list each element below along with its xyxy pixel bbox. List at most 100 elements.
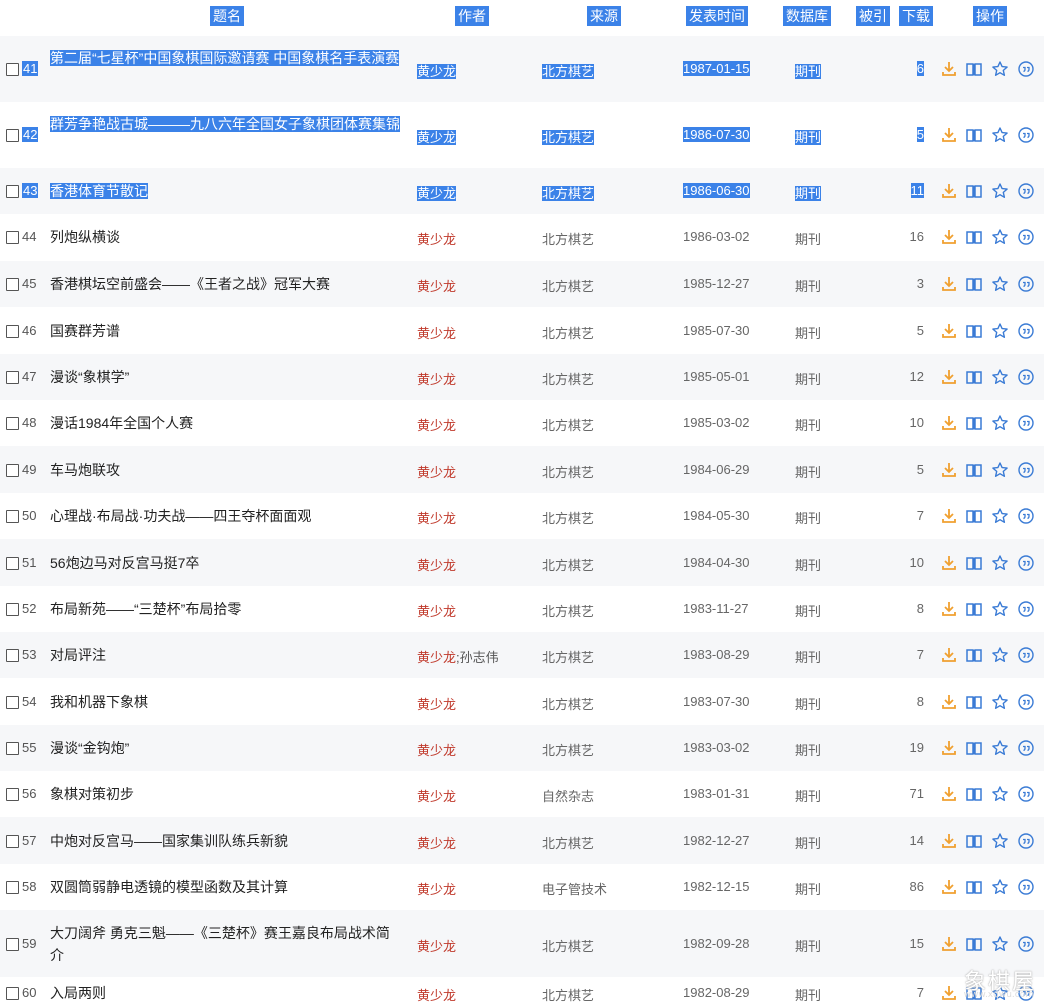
author-link[interactable]: 黄少龙	[417, 879, 456, 898]
table-row[interactable]: 48 漫话1984年全国个人赛 黄少龙 北方棋艺 1985-03-02 期刊 10	[0, 400, 1044, 446]
row-checkbox[interactable]	[6, 185, 19, 198]
quote-icon[interactable]	[1017, 554, 1035, 572]
row-checkbox[interactable]	[6, 881, 19, 894]
quote-icon[interactable]	[1017, 275, 1035, 293]
article-title-link[interactable]: 对局评注	[50, 644, 400, 666]
author-link[interactable]: 黄少龙	[417, 601, 456, 620]
download-icon[interactable]	[940, 600, 958, 618]
author-link[interactable]: 黄少龙	[417, 61, 457, 80]
read-book-icon[interactable]	[965, 461, 983, 479]
author-link[interactable]: 黄少龙	[417, 833, 456, 852]
author-link[interactable]: 黄少龙	[417, 369, 456, 388]
star-icon[interactable]	[991, 554, 1009, 572]
quote-icon[interactable]	[1017, 878, 1035, 896]
star-icon[interactable]	[991, 461, 1009, 479]
star-icon[interactable]	[991, 275, 1009, 293]
star-icon[interactable]	[991, 600, 1009, 618]
star-icon[interactable]	[991, 693, 1009, 711]
article-title-link[interactable]: 中炮对反宫马——国家集训队练兵新貌	[50, 830, 400, 852]
source-link[interactable]: 北方棋艺	[542, 833, 594, 852]
source-link[interactable]: 北方棋艺	[542, 740, 594, 759]
row-checkbox[interactable]	[6, 557, 19, 570]
author-link[interactable]: 黄少龙	[417, 127, 457, 146]
star-icon[interactable]	[991, 646, 1009, 664]
header-download[interactable]: 下载	[899, 6, 933, 26]
author-link[interactable]: 黄少龙	[417, 786, 456, 805]
table-row[interactable]: 43 香港体育节散记 黄少龙 北方棋艺 1986-06-30 期刊 11	[0, 168, 1044, 214]
table-row[interactable]: 60 入局两则 黄少龙 北方棋艺 1982-08-29 期刊 7	[0, 977, 1044, 1008]
table-row[interactable]: 59 大刀阔斧 勇克三魁——《三楚杯》赛王嘉良布局战术简介 黄少龙 北方棋艺 1982-…	[0, 910, 1044, 977]
article-title-link[interactable]: 漫话1984年全国个人赛	[50, 412, 400, 434]
source-link[interactable]: 北方棋艺	[542, 936, 594, 955]
header-cited[interactable]: 被引	[856, 6, 890, 26]
source-link[interactable]: 北方棋艺	[542, 183, 595, 202]
quote-icon[interactable]	[1017, 832, 1035, 850]
read-book-icon[interactable]	[965, 878, 983, 896]
author-link[interactable]: 黄少龙	[417, 508, 456, 527]
table-row[interactable]: 53 对局评注 黄少龙;孙志伟 北方棋艺 1983-08-29 期刊 7	[0, 632, 1044, 678]
read-book-icon[interactable]	[965, 600, 983, 618]
author-link[interactable]: 黄少龙	[417, 229, 456, 248]
article-title-link[interactable]: 香港棋坛空前盛会——《王者之战》冠军大赛	[50, 273, 400, 295]
row-checkbox[interactable]	[6, 788, 19, 801]
download-icon[interactable]	[940, 935, 958, 953]
download-icon[interactable]	[940, 322, 958, 340]
author-link[interactable]: 黄少龙	[417, 183, 457, 202]
author-link[interactable]: 黄少龙	[417, 323, 456, 342]
quote-icon[interactable]	[1017, 126, 1035, 144]
row-checkbox[interactable]	[6, 510, 19, 523]
table-row[interactable]: 46 国赛群芳谱 黄少龙 北方棋艺 1985-07-30 期刊 5	[0, 307, 1044, 354]
author-link[interactable]: 黄少龙	[417, 415, 456, 434]
table-row[interactable]: 50 心理战·布局战·功夫战——四王夺杯面面观 黄少龙 北方棋艺 1984-05-30 期…	[0, 493, 1044, 539]
table-row[interactable]: 57 中炮对反宫马——国家集训队练兵新貌 黄少龙 北方棋艺 1982-12-27 期刊 14	[0, 817, 1044, 864]
author-link[interactable]: 黄少龙	[417, 694, 456, 713]
quote-icon[interactable]	[1017, 182, 1035, 200]
row-checkbox[interactable]	[6, 278, 19, 291]
read-book-icon[interactable]	[965, 182, 983, 200]
article-title-link[interactable]: 群芳争艳战古城———九八六年全国女子象棋团体赛集锦	[50, 113, 400, 135]
article-title-link[interactable]: 我和机器下象棋	[50, 691, 400, 713]
star-icon[interactable]	[991, 785, 1009, 803]
article-title-link[interactable]: 漫谈“金钩炮”	[50, 737, 400, 759]
row-checkbox[interactable]	[6, 325, 19, 338]
star-icon[interactable]	[991, 935, 1009, 953]
download-icon[interactable]	[940, 275, 958, 293]
article-title-link[interactable]: 第二届“七星杯”中国象棋国际邀请赛 中国象棋名手表演赛	[50, 47, 400, 69]
star-icon[interactable]	[991, 414, 1009, 432]
download-icon[interactable]	[940, 693, 958, 711]
star-icon[interactable]	[991, 368, 1009, 386]
read-book-icon[interactable]	[965, 322, 983, 340]
row-checkbox[interactable]	[6, 464, 19, 477]
row-checkbox[interactable]	[6, 835, 19, 848]
read-book-icon[interactable]	[965, 228, 983, 246]
source-link[interactable]: 北方棋艺	[542, 415, 594, 434]
table-row[interactable]: 45 香港棋坛空前盛会——《王者之战》冠军大赛 黄少龙 北方棋艺 1985-12-27 期…	[0, 261, 1044, 307]
quote-icon[interactable]	[1017, 228, 1035, 246]
source-link[interactable]: 北方棋艺	[542, 694, 594, 713]
source-link[interactable]: 北方棋艺	[542, 61, 595, 80]
quote-icon[interactable]	[1017, 60, 1035, 78]
download-icon[interactable]	[940, 554, 958, 572]
source-link[interactable]: 北方棋艺	[542, 555, 594, 574]
row-checkbox[interactable]	[6, 417, 19, 430]
quote-icon[interactable]	[1017, 461, 1035, 479]
author-link[interactable]: 黄少龙	[417, 740, 456, 759]
header-author[interactable]: 作者	[455, 6, 489, 26]
read-book-icon[interactable]	[965, 785, 983, 803]
table-row[interactable]: 55 漫谈“金钩炮” 黄少龙 北方棋艺 1983-03-02 期刊 19	[0, 725, 1044, 771]
download-icon[interactable]	[940, 507, 958, 525]
download-icon[interactable]	[940, 739, 958, 757]
read-book-icon[interactable]	[965, 507, 983, 525]
quote-icon[interactable]	[1017, 600, 1035, 618]
author-link[interactable]: 黄少龙	[417, 276, 456, 295]
author-link[interactable]: 黄少龙	[417, 985, 456, 1004]
read-book-icon[interactable]	[965, 935, 983, 953]
article-title-link[interactable]: 漫谈“象棋学”	[50, 366, 400, 388]
download-icon[interactable]	[940, 228, 958, 246]
read-book-icon[interactable]	[965, 832, 983, 850]
row-checkbox[interactable]	[6, 63, 19, 76]
read-book-icon[interactable]	[965, 646, 983, 664]
download-icon[interactable]	[940, 785, 958, 803]
read-book-icon[interactable]	[965, 126, 983, 144]
source-link[interactable]: 北方棋艺	[542, 647, 594, 666]
